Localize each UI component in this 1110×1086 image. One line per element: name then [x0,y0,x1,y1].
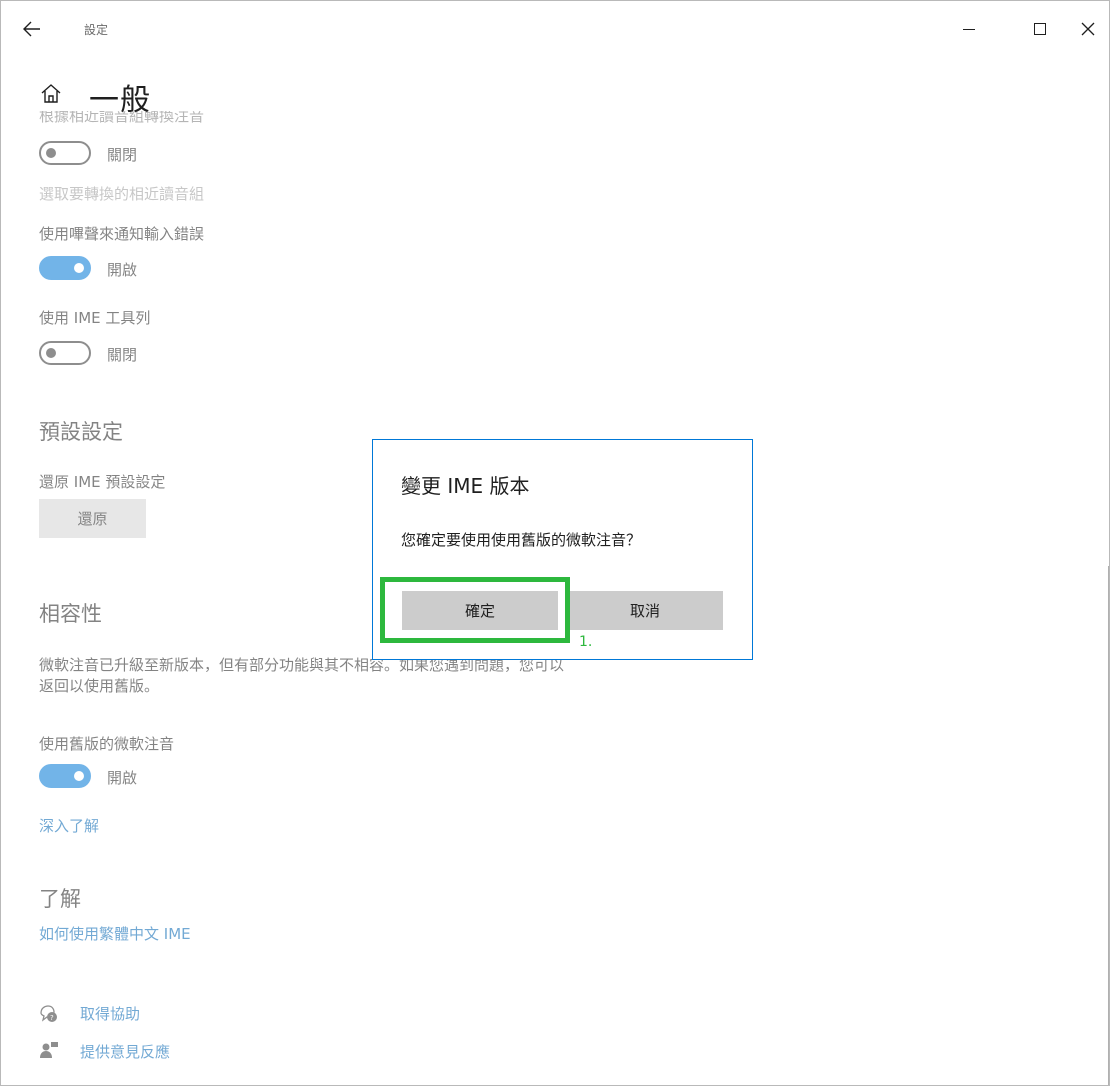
toggle-phonetic-group-state: 關閉 [107,146,138,164]
toggle-knob [46,148,56,158]
phonetic-group-link[interactable]: 選取要轉換的相近讀音組 [39,183,204,204]
dialog-title: 變更 IME 版本 [401,474,530,498]
toggle-phonetic-group[interactable] [39,141,91,165]
toggle-knob [46,348,56,358]
annotation-highlight-box [380,577,570,643]
toggle-old-version[interactable] [39,764,91,788]
ime-toolbar-label: 使用 IME 工具列 [39,309,151,327]
feedback-icon [40,1042,58,1058]
get-help-icon: ? [40,1005,57,1022]
feedback-link[interactable]: 提供意見反應 [80,1041,170,1062]
defaults-section-heading: 預設設定 [39,420,123,444]
toggle-knob [74,263,84,273]
dialog-message: 您確定要使用使用舊版的微軟注音？ [401,531,642,549]
howto-ime-link[interactable]: 如何使用繁體中文 IME [39,923,191,944]
toggle-knob [74,771,84,781]
compat-section-heading: 相容性 [39,602,102,626]
cancel-button[interactable]: 取消 [567,591,723,630]
toggle-old-version-state: 開啟 [107,769,138,787]
compat-paragraph: 微軟注音已升級至新版本，但有部分功能與其不相容。如果您遇到問題，您可以返回以使用… [39,656,565,695]
learn-more-link[interactable]: 深入了解 [39,815,99,836]
get-help-link[interactable]: 取得協助 [80,1003,140,1024]
restore-button[interactable]: 還原 [39,499,146,538]
svg-text:?: ? [50,1014,54,1022]
restore-label: 還原 IME 預設設定 [39,473,166,491]
old-version-label: 使用舊版的微軟注音 [39,735,175,753]
cut-off-label: 根據相近讀音組轉換注音 [39,111,205,125]
toggle-beep[interactable] [39,256,91,280]
about-section-heading: 了解 [39,887,81,911]
settings-window: 設定 一般 根據相近讀音組轉換注音 關閉 選取要轉換的相近讀音組 使用嗶聲來通知… [0,0,1110,1086]
annotation-step-label: 1. [579,634,593,650]
toggle-ime-toolbar-state: 關閉 [107,346,138,364]
toggle-beep-state: 開啟 [107,261,138,279]
beep-label: 使用嗶聲來通知輸入錯誤 [39,225,205,243]
toggle-ime-toolbar[interactable] [39,341,91,365]
